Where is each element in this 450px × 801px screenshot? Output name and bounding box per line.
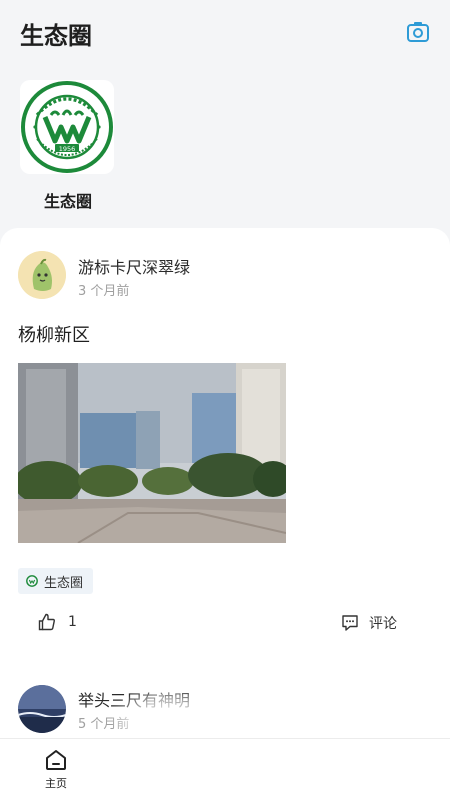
home-icon (46, 750, 66, 770)
circle-label: 生态圈 (43, 192, 92, 211)
feed: 游标卡尺深翠绿 3 个月前 杨柳新区 生态圈 1 评论 5 个月前 (0, 228, 450, 800)
circle-tag[interactable]: 生态圈 (18, 568, 94, 594)
thumbs-up-icon (38, 613, 55, 631)
page-title: 生态圈 (20, 22, 92, 50)
post-time: 3 个月前 (78, 284, 130, 299)
comment-label: 评论 (369, 616, 397, 632)
tab-home-label: 主页 (45, 777, 67, 790)
post-username[interactable]: 游标卡尺深翠绿 (78, 254, 190, 278)
like-button[interactable]: 1 (38, 613, 77, 631)
camera-icon[interactable] (406, 20, 430, 44)
circle-logo-icon (26, 575, 38, 587)
tab-bar: 主页 (0, 738, 450, 801)
like-count: 1 (68, 614, 77, 630)
post-content: 杨柳新区 (18, 325, 90, 346)
circle-logo: 1956 (20, 80, 114, 174)
header: 生态圈 (0, 0, 450, 70)
comment-button[interactable]: 评论 (341, 613, 397, 633)
avatar[interactable] (18, 251, 66, 299)
post-photo[interactable] (14, 363, 293, 544)
comment-icon (342, 615, 358, 631)
avatar[interactable] (18, 685, 66, 733)
circle-tag-label: 生态圈 (44, 575, 84, 591)
tab-home[interactable]: 主页 (34, 749, 78, 791)
circle-entry[interactable]: 1956 生态圈 (20, 80, 116, 212)
svg-text:1956: 1956 (59, 145, 76, 153)
